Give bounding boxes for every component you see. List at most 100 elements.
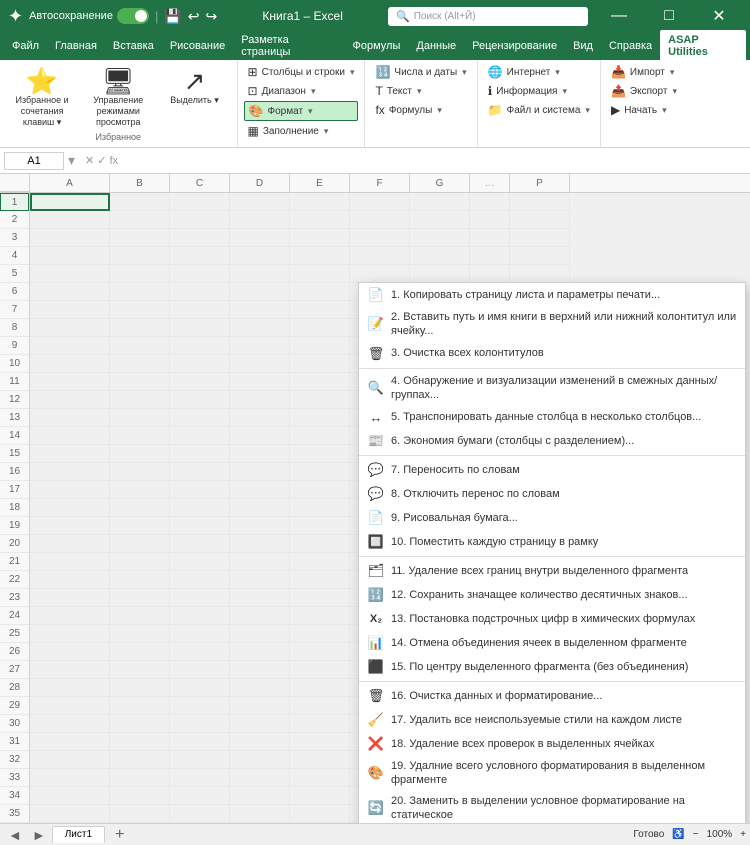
zoom-out-btn[interactable]: − [693,829,699,840]
cell-b17[interactable] [110,481,170,499]
cell-c35[interactable] [170,805,230,823]
cell-e26[interactable] [290,643,350,661]
cell-b33[interactable] [110,769,170,787]
cell-d31[interactable] [230,733,290,751]
cell-b26[interactable] [110,643,170,661]
cell-e11[interactable] [290,373,350,391]
cell-b20[interactable] [110,535,170,553]
row-31[interactable]: 31 [0,733,29,751]
cell-c14[interactable] [170,427,230,445]
cell-e35[interactable] [290,805,350,823]
cell-c16[interactable] [170,463,230,481]
cell-b7[interactable] [110,301,170,319]
cell-b11[interactable] [110,373,170,391]
cell-e23[interactable] [290,589,350,607]
cell-f5[interactable] [350,265,410,283]
cell-d10[interactable] [230,355,290,373]
cell-c30[interactable] [170,715,230,733]
row-7[interactable]: 7 [0,301,29,319]
tab-file[interactable]: Файл [4,36,47,56]
cell-c27[interactable] [170,661,230,679]
cell-e10[interactable] [290,355,350,373]
cell-p4[interactable] [510,247,570,265]
format-btn[interactable]: 🎨 Формат ▾ [244,101,359,121]
cell-a11[interactable] [30,373,110,391]
cell-f1[interactable] [350,193,410,211]
dropdown-item-7[interactable]: 💬 7. Переносить по словам [359,458,745,482]
cell-d23[interactable] [230,589,290,607]
cell-c22[interactable] [170,571,230,589]
cell-c15[interactable] [170,445,230,463]
nav-prev-sheet[interactable]: ◄ [4,827,26,843]
row-2[interactable]: 2 [0,211,29,229]
dropdown-item-13[interactable]: X₂ 13. Постановка подстрочных цифр в хим… [359,607,745,631]
cell-c9[interactable] [170,337,230,355]
cell-d27[interactable] [230,661,290,679]
cell-e16[interactable] [290,463,350,481]
tab-formulas[interactable]: Формулы [345,36,409,56]
dropdown-item-5[interactable]: ↔ 5. Транспонировать данные столбца в не… [359,405,745,429]
cell-d29[interactable] [230,697,290,715]
cell-e18[interactable] [290,499,350,517]
minimize-button[interactable]: — [596,0,642,32]
dropdown-item-1[interactable]: 📄 1. Копировать страницу листа и парамет… [359,283,745,307]
tab-insert[interactable]: Вставка [105,36,162,56]
cell-e31[interactable] [290,733,350,751]
cell-g2[interactable] [410,211,470,229]
autosave-toggle[interactable] [117,8,149,24]
row-25[interactable]: 25 [0,625,29,643]
cell-c23[interactable] [170,589,230,607]
dropdown-item-2[interactable]: 📝 2. Вставить путь и имя книги в верхний… [359,307,745,342]
tab-home[interactable]: Главная [47,36,105,56]
cell-b30[interactable] [110,715,170,733]
cell-d22[interactable] [230,571,290,589]
cell-g3[interactable] [410,229,470,247]
cell-c31[interactable] [170,733,230,751]
file-system-btn[interactable]: 📁 Файл и система ▾ [484,101,594,119]
cell-d7[interactable] [230,301,290,319]
dropdown-item-6[interactable]: 📰 6. Экономия бумаги (столбцы с разделен… [359,429,745,453]
row-12[interactable]: 12 [0,391,29,409]
cell-d8[interactable] [230,319,290,337]
import-btn[interactable]: 📥 Импорт ▾ [607,63,685,81]
cell-b4[interactable] [110,247,170,265]
cell-d16[interactable] [230,463,290,481]
cell-f3[interactable] [350,229,410,247]
cell-b6[interactable] [110,283,170,301]
col-header-c[interactable]: C [170,174,230,192]
col-header-f[interactable]: F [350,174,410,192]
formula-expand-icon[interactable]: ▾ [68,152,75,169]
dropdown-item-8[interactable]: 💬 8. Отключить перенос по словам [359,482,745,506]
cell-c10[interactable] [170,355,230,373]
cell-a24[interactable] [30,607,110,625]
cell-e22[interactable] [290,571,350,589]
cell-b2[interactable] [110,211,170,229]
row-14[interactable]: 14 [0,427,29,445]
maximize-button[interactable]: □ [646,0,692,32]
cell-b3[interactable] [110,229,170,247]
cell-d12[interactable] [230,391,290,409]
cell-b13[interactable] [110,409,170,427]
cell-a31[interactable] [30,733,110,751]
info-btn[interactable]: ℹ Информация ▾ [484,82,594,100]
cell-b5[interactable] [110,265,170,283]
row-5[interactable]: 5 [0,265,29,283]
row-27[interactable]: 27 [0,661,29,679]
row-22[interactable]: 22 [0,571,29,589]
cell-d5[interactable] [230,265,290,283]
col-header-b[interactable]: B [110,174,170,192]
cell-e8[interactable] [290,319,350,337]
cell-a15[interactable] [30,445,110,463]
cell-c20[interactable] [170,535,230,553]
cell-d2[interactable] [230,211,290,229]
cell-c34[interactable] [170,787,230,805]
cell-a32[interactable] [30,751,110,769]
cell-e14[interactable] [290,427,350,445]
cell-d9[interactable] [230,337,290,355]
dropdown-item-14[interactable]: 📊 14. Отмена объединения ячеек в выделен… [359,631,745,655]
cell-b25[interactable] [110,625,170,643]
cell-d30[interactable] [230,715,290,733]
cell-c1[interactable] [170,193,230,211]
cell-b27[interactable] [110,661,170,679]
dropdown-item-3[interactable]: 🗑 3. Очистка всех колонтитулов [359,342,745,366]
